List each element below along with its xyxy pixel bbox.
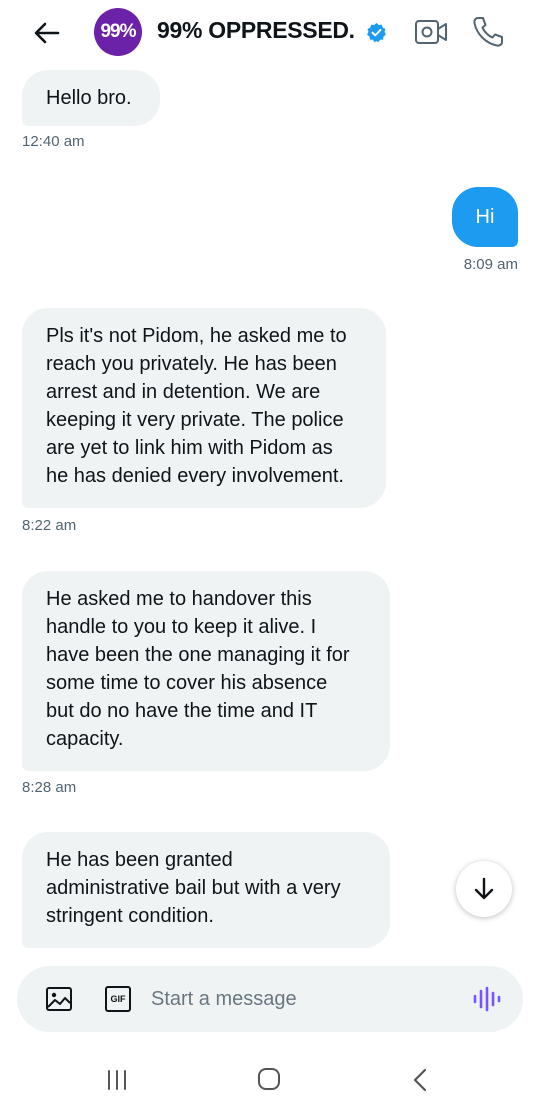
image-icon <box>46 987 72 1011</box>
message-composer: GIF <box>17 966 523 1032</box>
message-bubble-outgoing[interactable]: Hi <box>452 187 518 247</box>
chevron-left-icon <box>413 1068 427 1092</box>
message-bubble-incoming[interactable]: Hello bro. <box>22 70 160 126</box>
message-timestamp: 8:22 am <box>22 517 77 534</box>
message-timestamp: 12:40 am <box>22 133 85 150</box>
scroll-to-bottom-button[interactable] <box>456 861 512 917</box>
message-timestamp: 8:28 am <box>22 779 77 796</box>
chat-header: 99% 99% OPPRESSED. <box>0 0 540 64</box>
phone-call-button[interactable] <box>470 14 506 50</box>
recent-apps-icon <box>108 1070 126 1090</box>
video-call-button[interactable] <box>414 18 448 46</box>
recent-apps-button[interactable] <box>104 1068 130 1092</box>
message-text: Hi <box>475 206 495 228</box>
voice-message-button[interactable] <box>471 986 501 1012</box>
gif-icon: GIF <box>110 994 126 1004</box>
message-bubble-incoming[interactable]: He asked me to handover this handle to y… <box>22 571 390 771</box>
back-button[interactable] <box>30 16 64 50</box>
message-text: He has been granted administrative bail … <box>46 849 341 927</box>
message-bubble-incoming[interactable]: He has been granted administrative bail … <box>22 832 390 948</box>
video-call-icon <box>415 20 447 44</box>
message-bubble-incoming[interactable]: Pls it's not Pidom, he asked me to reach… <box>22 308 386 508</box>
conversation-title[interactable]: 99% OPPRESSED. <box>157 17 355 44</box>
message-text: He asked me to handover this handle to y… <box>46 588 350 750</box>
message-text: Hello bro. <box>46 87 132 109</box>
system-navigation-bar <box>0 1048 540 1112</box>
home-button[interactable] <box>256 1066 282 1092</box>
message-input[interactable] <box>151 984 451 1014</box>
verified-badge-icon <box>367 22 386 43</box>
home-icon <box>258 1068 280 1090</box>
message-text: Pls it's not Pidom, he asked me to reach… <box>46 325 347 487</box>
avatar[interactable]: 99% <box>94 8 142 56</box>
add-media-button[interactable] <box>45 986 73 1012</box>
message-timestamp: 8:09 am <box>463 256 518 273</box>
arrow-down-icon <box>474 877 494 900</box>
phone-call-icon <box>473 17 503 47</box>
gif-button[interactable]: GIF <box>105 986 131 1012</box>
voice-waveform-icon <box>473 986 501 1012</box>
back-arrow-icon <box>34 22 60 44</box>
system-back-button[interactable] <box>410 1066 430 1094</box>
